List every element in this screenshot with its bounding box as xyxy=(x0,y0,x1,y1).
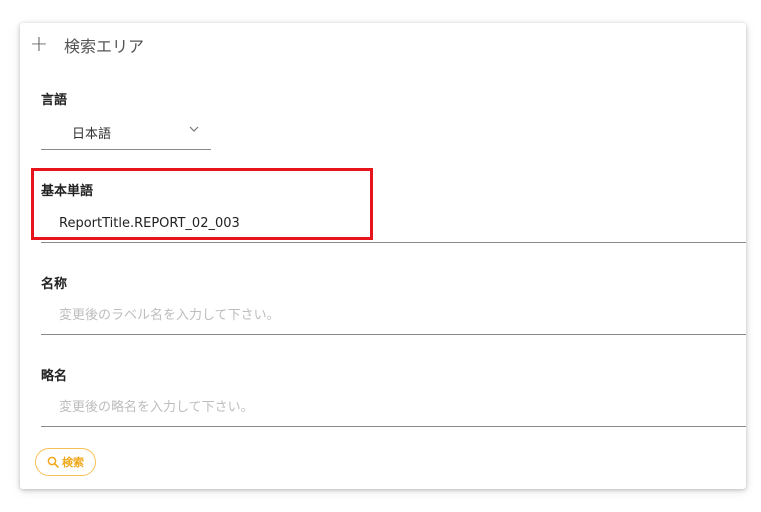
name-label: 名称 xyxy=(41,277,68,292)
plus-icon[interactable]: + xyxy=(30,34,48,56)
search-area-header[interactable]: + 検索エリア xyxy=(30,33,144,57)
short-name-input[interactable] xyxy=(41,390,739,424)
name-field[interactable] xyxy=(41,298,746,335)
base-word-input[interactable] xyxy=(41,206,739,240)
search-area-panel: + 検索エリア 言語 日本語 基本単語 名称 略名 検索 xyxy=(20,23,746,489)
language-select-value: 日本語 xyxy=(72,127,112,142)
search-button-label: 検索 xyxy=(62,457,84,469)
short-name-field[interactable] xyxy=(41,390,746,427)
language-label: 言語 xyxy=(41,93,68,108)
language-select[interactable]: 日本語 xyxy=(41,115,211,150)
search-icon xyxy=(47,456,59,468)
name-input[interactable] xyxy=(41,298,739,332)
chevron-down-icon xyxy=(189,126,199,132)
base-word-label: 基本単語 xyxy=(41,184,94,199)
panel-title: 検索エリア xyxy=(64,37,145,56)
search-button[interactable]: 検索 xyxy=(35,448,96,476)
base-word-field[interactable] xyxy=(41,206,746,243)
short-name-label: 略名 xyxy=(41,369,68,384)
